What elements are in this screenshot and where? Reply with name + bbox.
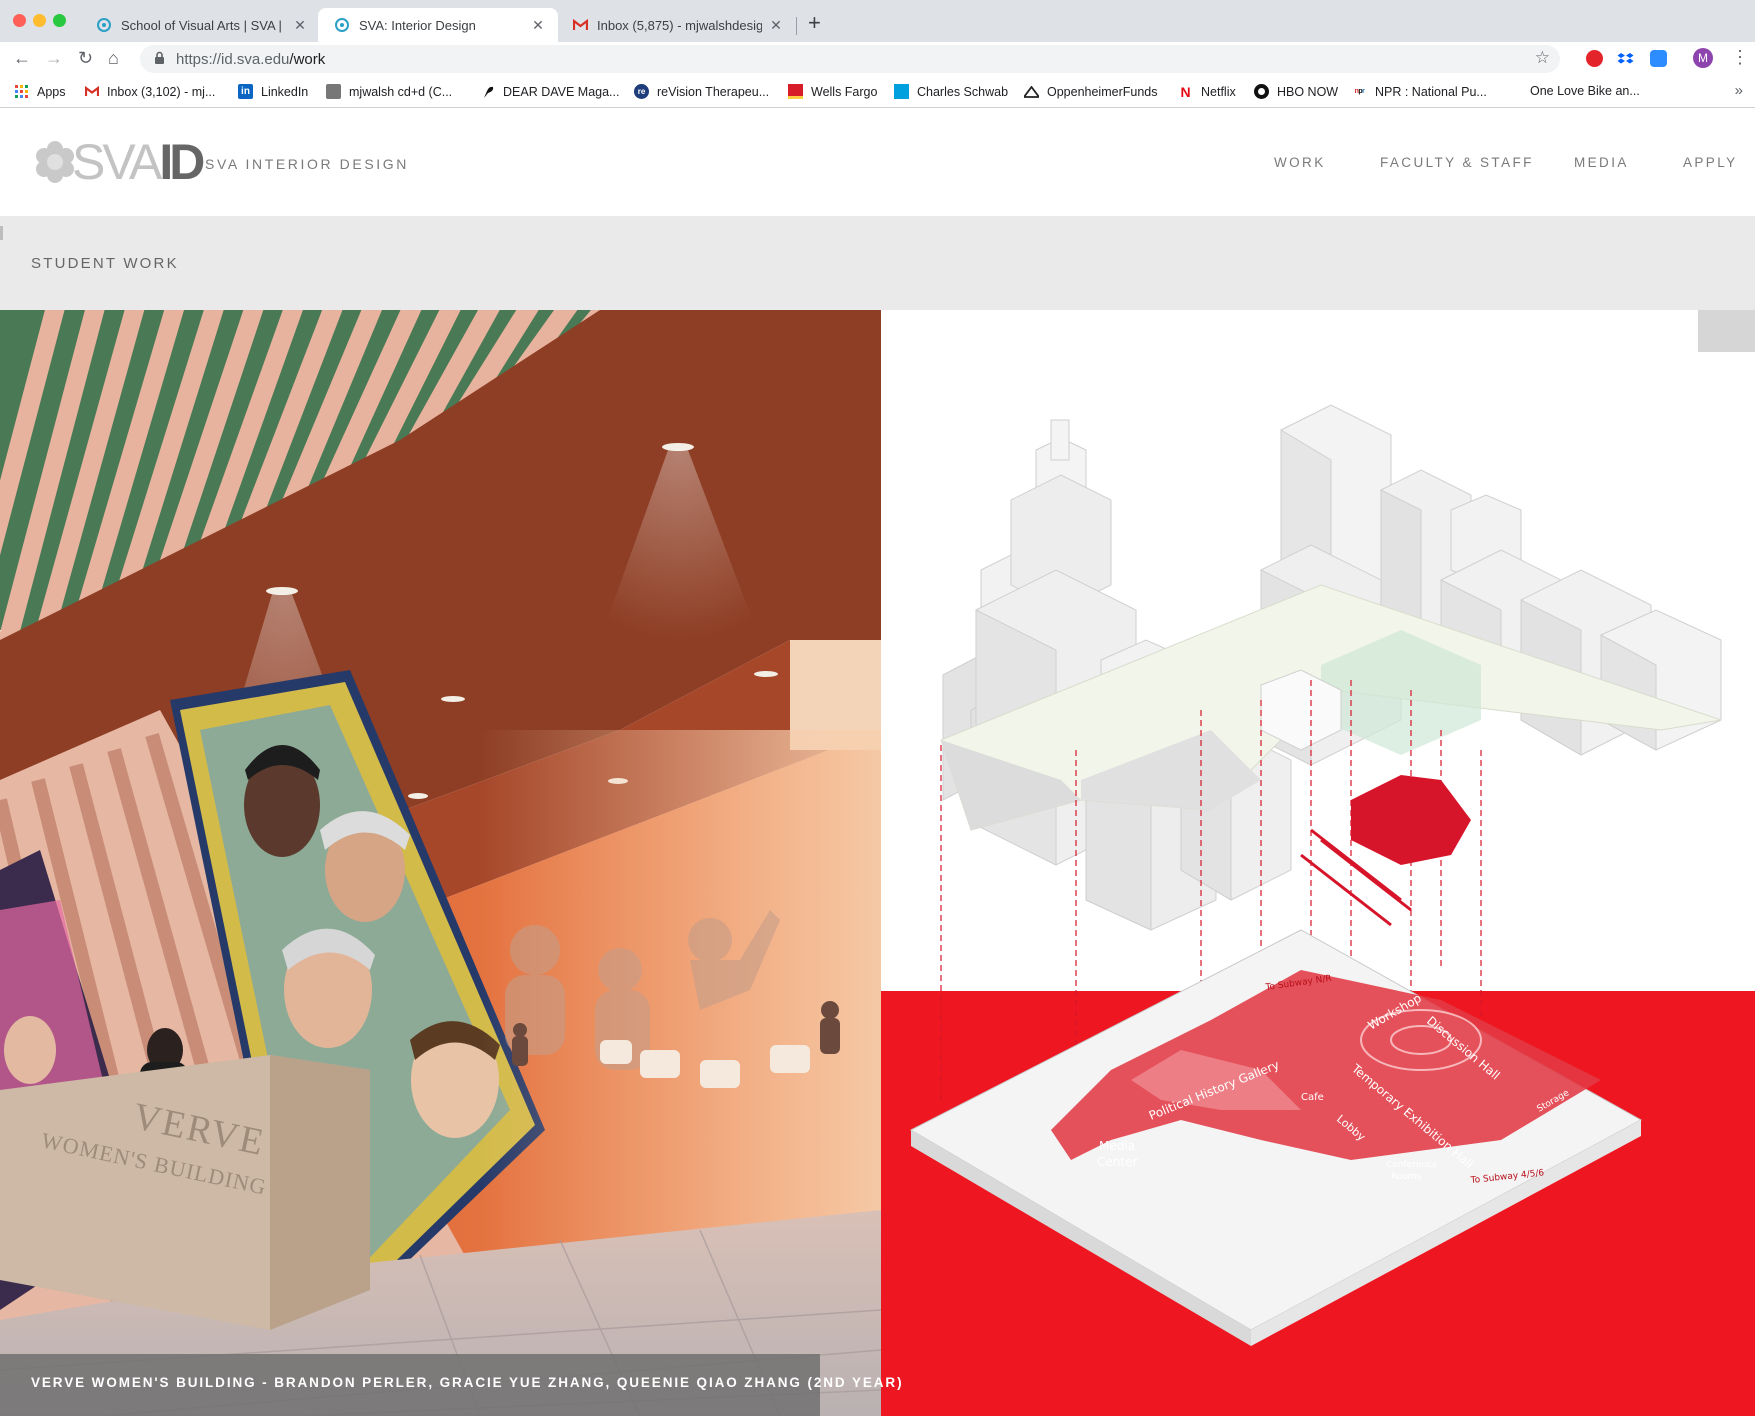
oppenheimer-icon bbox=[1024, 84, 1039, 99]
bookmark-oppenheimer[interactable]: OppenheimerFunds bbox=[1024, 84, 1157, 99]
bookmark-label: HBO NOW bbox=[1277, 84, 1339, 99]
reload-icon[interactable]: ↻ bbox=[78, 48, 93, 69]
wells-fargo-icon bbox=[788, 84, 803, 99]
label-media-center-2: Center bbox=[1097, 1155, 1137, 1169]
bookmark-star-icon[interactable]: ☆ bbox=[1535, 48, 1550, 68]
label-conference-1: Conference bbox=[1386, 1160, 1438, 1170]
tab-sva-main[interactable]: School of Visual Arts | SVA | Ne ✕ bbox=[80, 8, 320, 42]
bookmarks-bar: Apps Inbox (3,102) - mj... in LinkedIn m… bbox=[0, 76, 1755, 108]
logo-bold-text: ID bbox=[159, 134, 205, 190]
slideshow-next-button[interactable] bbox=[1698, 310, 1755, 352]
bookmark-netflix[interactable]: N Netflix bbox=[1178, 83, 1236, 100]
site-title[interactable]: SVA INTERIOR DESIGN bbox=[205, 156, 409, 172]
label-conference-2: Rooms bbox=[1391, 1172, 1422, 1182]
bookmark-one-love[interactable]: One Love Bike an... bbox=[1530, 84, 1640, 98]
close-tab-icon[interactable]: ✕ bbox=[768, 17, 784, 34]
hero-image-interior-render[interactable]: VERVE WOMEN'S BUILDING bbox=[0, 310, 881, 1416]
revision-icon: re bbox=[634, 84, 649, 99]
logo-light-text: SVA bbox=[72, 134, 162, 190]
caption-text: VERVE WOMEN'S BUILDING - BRANDON PERLER,… bbox=[31, 1375, 904, 1390]
bookmark-label: reVision Therapeu... bbox=[657, 84, 770, 99]
bookmark-wells-fargo[interactable]: Wells Fargo bbox=[788, 84, 877, 99]
gmail-icon bbox=[84, 84, 99, 99]
bookmark-hbo-now[interactable]: HBO NOW bbox=[1254, 84, 1338, 99]
hero-image-axonometric-diagram[interactable]: Media Center Political History Gallery C… bbox=[881, 310, 1755, 1416]
maximize-window-button[interactable] bbox=[53, 14, 66, 27]
bookmark-label: One Love Bike an... bbox=[1530, 84, 1640, 98]
nav-apply[interactable]: APPLY bbox=[1683, 155, 1738, 170]
section-header: STUDENT WORK bbox=[0, 216, 1755, 310]
bookmark-label: DEAR DAVE Maga... bbox=[503, 84, 620, 99]
back-arrow-icon[interactable]: ← bbox=[13, 48, 31, 69]
bookmark-gmail-inbox[interactable]: Inbox (3,102) - mj... bbox=[84, 84, 215, 99]
url-host: https://id.sva.edu bbox=[176, 51, 290, 68]
tab-sva-interior-design[interactable]: SVA: Interior Design ✕ bbox=[318, 8, 558, 42]
zoom-extension-icon[interactable] bbox=[1650, 50, 1667, 67]
label-media-center-1: Media bbox=[1099, 1139, 1135, 1153]
url-path: /work bbox=[289, 51, 326, 68]
netflix-icon: N bbox=[1180, 83, 1191, 100]
image-caption: VERVE WOMEN'S BUILDING - BRANDON PERLER,… bbox=[0, 1354, 902, 1416]
nav-faculty-staff[interactable]: FACULTY & STAFF bbox=[1380, 155, 1534, 170]
bookmark-label: NPR : National Pu... bbox=[1375, 84, 1487, 99]
logo-wordmark: SVAID bbox=[72, 134, 205, 190]
apps-grid-icon bbox=[14, 84, 29, 99]
tab-title: School of Visual Arts | SVA | Ne bbox=[121, 17, 286, 33]
bookmark-linkedin[interactable]: in LinkedIn bbox=[238, 84, 308, 99]
url-text: https://id.sva.edu/work bbox=[176, 51, 325, 68]
browser-toolbar: ← → ↻ ⌂ https://id.sva.edu/work ☆ M ⋮ bbox=[0, 42, 1755, 76]
portfolio-icon bbox=[326, 84, 341, 99]
home-icon[interactable]: ⌂ bbox=[108, 48, 119, 69]
bookmark-apps[interactable]: Apps bbox=[14, 84, 66, 99]
minimize-window-button[interactable] bbox=[33, 14, 46, 27]
site-logo[interactable]: SVAID bbox=[30, 134, 205, 190]
bookmark-npr[interactable]: npr NPR : National Pu... bbox=[1352, 84, 1487, 99]
new-tab-button[interactable]: + bbox=[808, 10, 821, 36]
forward-arrow-icon[interactable]: → bbox=[45, 48, 63, 69]
tab-gmail-inbox[interactable]: Inbox (5,875) - mjwalshdesign ✕ bbox=[556, 8, 796, 42]
schwab-icon bbox=[894, 84, 909, 99]
dropbox-extension-icon[interactable] bbox=[1617, 50, 1634, 67]
bookmark-label: Charles Schwab bbox=[917, 84, 1009, 99]
bookmark-label: Wells Fargo bbox=[811, 84, 878, 99]
nav-media[interactable]: MEDIA bbox=[1574, 155, 1629, 170]
bookmark-charles-schwab[interactable]: Charles Schwab bbox=[894, 84, 1008, 99]
bookmark-revision[interactable]: re reVision Therapeu... bbox=[634, 84, 769, 99]
bookmark-label: Netflix bbox=[1201, 84, 1236, 99]
close-tab-icon[interactable]: ✕ bbox=[530, 17, 546, 34]
bookmark-mjwalsh[interactable]: mjwalsh cd+d (C... bbox=[326, 84, 452, 99]
linkedin-icon: in bbox=[238, 84, 253, 99]
hbo-icon bbox=[1254, 84, 1269, 99]
bookmark-dear-dave[interactable]: DEAR DAVE Maga... bbox=[480, 84, 619, 99]
browser-tab-strip: School of Visual Arts | SVA | Ne ✕ SVA: … bbox=[0, 0, 1755, 42]
close-tab-icon[interactable]: ✕ bbox=[292, 17, 308, 34]
tab-title: Inbox (5,875) - mjwalshdesign bbox=[597, 17, 762, 33]
page-edge-marker bbox=[0, 226, 3, 240]
label-cafe: Cafe bbox=[1301, 1092, 1324, 1103]
close-window-button[interactable] bbox=[13, 14, 26, 27]
bookmark-label: LinkedIn bbox=[261, 84, 309, 99]
dear-dave-icon bbox=[480, 84, 495, 99]
tab-separator bbox=[796, 17, 797, 35]
site-header: SVAID SVA INTERIOR DESIGN WORK FACULTY &… bbox=[0, 108, 1755, 216]
browser-menu-icon[interactable]: ⋮ bbox=[1731, 47, 1749, 68]
nav-work[interactable]: WORK bbox=[1274, 155, 1326, 170]
address-bar[interactable]: https://id.sva.edu/work ☆ bbox=[140, 45, 1560, 73]
profile-avatar[interactable]: M bbox=[1693, 48, 1713, 68]
bookmarks-overflow-chevron-icon[interactable]: » bbox=[1735, 82, 1743, 99]
section-title: STUDENT WORK bbox=[31, 255, 179, 272]
lock-icon bbox=[154, 51, 165, 70]
bookmark-label: Inbox (3,102) - mj... bbox=[107, 84, 216, 99]
bookmark-label: OppenheimerFunds bbox=[1047, 84, 1158, 99]
gmail-icon bbox=[572, 17, 588, 33]
npr-icon: npr bbox=[1354, 88, 1365, 95]
sva-globe-icon bbox=[334, 17, 350, 33]
tab-title: SVA: Interior Design bbox=[359, 17, 476, 33]
bookmark-label: Apps bbox=[37, 84, 66, 99]
sva-globe-icon bbox=[96, 17, 112, 33]
adblock-extension-icon[interactable] bbox=[1586, 50, 1603, 67]
bookmark-label: mjwalsh cd+d (C... bbox=[349, 84, 453, 99]
